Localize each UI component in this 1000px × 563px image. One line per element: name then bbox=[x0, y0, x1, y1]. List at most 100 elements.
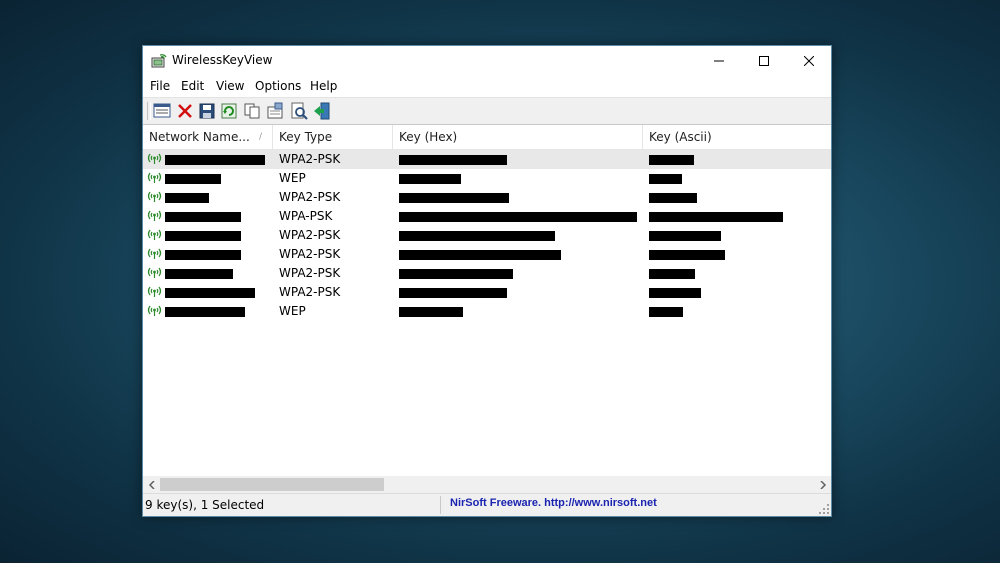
column-header-key-ascii[interactable]: Key (Ascii) bbox=[643, 125, 831, 149]
column-header-key-type[interactable]: Key Type bbox=[273, 125, 393, 149]
title-bar[interactable]: WirelessKeyView bbox=[143, 46, 831, 76]
redacted-key-hex bbox=[399, 269, 513, 279]
save-icon[interactable] bbox=[198, 102, 216, 120]
properties-icon[interactable] bbox=[266, 102, 284, 120]
menu-bar: File Edit View Options Help bbox=[143, 76, 831, 96]
key-list[interactable]: Network Name... / Key Type Key (Hex) Key… bbox=[143, 125, 831, 494]
scroll-right-button[interactable] bbox=[814, 476, 831, 493]
column-header-key-hex[interactable]: Key (Hex) bbox=[393, 125, 643, 149]
wireless-network-icon bbox=[147, 210, 162, 221]
sort-indicator-icon: / bbox=[258, 132, 262, 142]
exit-icon[interactable] bbox=[313, 102, 331, 120]
redacted-network-name bbox=[165, 212, 241, 222]
menu-options[interactable]: Options bbox=[255, 79, 301, 93]
chevron-right-icon bbox=[819, 480, 826, 489]
delete-icon[interactable] bbox=[176, 102, 194, 120]
refresh-icon[interactable] bbox=[220, 102, 238, 120]
menu-edit[interactable]: Edit bbox=[181, 79, 204, 93]
menu-file[interactable]: File bbox=[150, 79, 170, 93]
redacted-key-ascii bbox=[649, 193, 697, 203]
find-icon[interactable] bbox=[290, 102, 308, 120]
menu-help[interactable]: Help bbox=[310, 79, 337, 93]
table-row[interactable]: WEP bbox=[143, 302, 831, 321]
column-header-label: Key Type bbox=[279, 130, 333, 144]
wireless-network-icon bbox=[147, 172, 162, 183]
table-row[interactable]: WPA2-PSK bbox=[143, 264, 831, 283]
scroll-left-button[interactable] bbox=[143, 476, 160, 493]
chevron-left-icon bbox=[148, 480, 155, 489]
wireless-network-icon bbox=[147, 229, 162, 240]
window-title: WirelessKeyView bbox=[172, 53, 273, 67]
redacted-network-name bbox=[165, 250, 241, 260]
wireless-network-icon bbox=[147, 305, 162, 316]
key-type-cell: WPA2-PSK bbox=[279, 266, 341, 280]
redacted-key-hex bbox=[399, 250, 561, 260]
key-type-cell: WEP bbox=[279, 304, 306, 318]
list-header: Network Name... / Key Type Key (Hex) Key… bbox=[143, 125, 831, 150]
redacted-network-name bbox=[165, 155, 265, 165]
minimize-button[interactable] bbox=[696, 46, 742, 76]
key-type-cell: WPA2-PSK bbox=[279, 285, 341, 299]
redacted-key-ascii bbox=[649, 250, 725, 260]
key-type-cell: WPA2-PSK bbox=[279, 228, 341, 242]
key-type-cell: WPA2-PSK bbox=[279, 190, 341, 204]
redacted-key-hex bbox=[399, 288, 507, 298]
resize-grip-icon[interactable] bbox=[819, 504, 829, 514]
redacted-network-name bbox=[165, 174, 221, 184]
maximize-button[interactable] bbox=[741, 46, 787, 76]
app-window: WirelessKeyView File Edit View Options H… bbox=[142, 45, 832, 517]
redacted-key-ascii bbox=[649, 174, 682, 184]
toolbar-grip[interactable] bbox=[147, 102, 151, 120]
close-button[interactable] bbox=[786, 46, 832, 76]
column-header-label: Network Name... bbox=[149, 130, 250, 144]
table-row[interactable]: WEP bbox=[143, 169, 831, 188]
redacted-network-name bbox=[165, 288, 255, 298]
redacted-key-hex bbox=[399, 155, 507, 165]
redacted-key-ascii bbox=[649, 231, 721, 241]
maximize-icon bbox=[759, 56, 769, 66]
redacted-network-name bbox=[165, 307, 245, 317]
redacted-key-ascii bbox=[649, 212, 783, 222]
redacted-key-ascii bbox=[649, 307, 683, 317]
status-key-count: 9 key(s), 1 Selected bbox=[145, 498, 265, 512]
minimize-icon bbox=[714, 60, 724, 62]
wireless-network-icon bbox=[147, 248, 162, 259]
redacted-key-ascii bbox=[649, 288, 701, 298]
wireless-network-icon bbox=[147, 267, 162, 278]
key-type-cell: WPA2-PSK bbox=[279, 152, 341, 166]
table-row[interactable]: WPA2-PSK bbox=[143, 283, 831, 302]
wireless-network-icon bbox=[147, 286, 162, 297]
redacted-key-ascii bbox=[649, 269, 695, 279]
menu-view[interactable]: View bbox=[216, 79, 244, 93]
redacted-key-hex bbox=[399, 307, 463, 317]
table-row[interactable]: WPA2-PSK bbox=[143, 226, 831, 245]
table-row[interactable]: WPA2-PSK bbox=[143, 245, 831, 264]
column-header-label: Key (Ascii) bbox=[649, 130, 712, 144]
table-row[interactable]: WPA-PSK bbox=[143, 207, 831, 226]
table-row[interactable]: WPA2-PSK bbox=[143, 188, 831, 207]
scrollbar-thumb[interactable] bbox=[160, 478, 384, 491]
redacted-key-hex bbox=[399, 212, 637, 222]
close-icon bbox=[804, 56, 814, 66]
redacted-network-name bbox=[165, 193, 209, 203]
column-header-network-name[interactable]: Network Name... / bbox=[143, 125, 273, 149]
wireless-network-icon bbox=[147, 191, 162, 202]
redacted-key-hex bbox=[399, 174, 461, 184]
key-type-cell: WEP bbox=[279, 171, 306, 185]
copy-icon[interactable] bbox=[243, 102, 261, 120]
redacted-network-name bbox=[165, 269, 233, 279]
app-logo-icon bbox=[151, 54, 167, 68]
redacted-key-hex bbox=[399, 193, 509, 203]
toolbar bbox=[143, 97, 831, 125]
redacted-key-hex bbox=[399, 231, 555, 241]
status-divider bbox=[440, 496, 441, 514]
column-header-label: Key (Hex) bbox=[399, 130, 458, 144]
html-report-icon[interactable] bbox=[153, 102, 171, 120]
key-type-cell: WPA-PSK bbox=[279, 209, 333, 223]
table-row[interactable]: WPA2-PSK bbox=[143, 150, 831, 169]
redacted-key-ascii bbox=[649, 155, 694, 165]
wireless-network-icon bbox=[147, 153, 162, 164]
horizontal-scrollbar[interactable] bbox=[143, 476, 831, 493]
status-bar: 9 key(s), 1 Selected NirSoft Freeware. h… bbox=[143, 494, 831, 516]
nirsoft-link[interactable]: NirSoft Freeware. http://www.nirsoft.net bbox=[450, 497, 657, 509]
